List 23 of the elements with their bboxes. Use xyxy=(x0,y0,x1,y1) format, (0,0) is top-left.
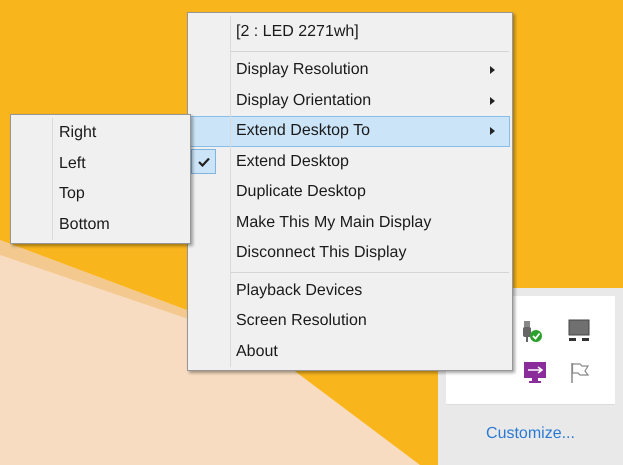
menu-item[interactable]: Screen Resolution xyxy=(190,306,510,336)
submenu-arrow-icon xyxy=(490,96,495,105)
device-icon[interactable] xyxy=(568,319,590,343)
customize-link[interactable]: Customize... xyxy=(486,422,575,446)
menu-item[interactable]: Extend Desktop To xyxy=(190,116,510,146)
menu-item[interactable]: About xyxy=(190,336,510,367)
submenu-item[interactable]: Bottom xyxy=(59,212,110,237)
menu-header: [2 : LED 2271wh] xyxy=(236,22,359,42)
menu-item[interactable]: Disconnect This Display xyxy=(190,238,510,268)
menu-item[interactable]: Playback Devices xyxy=(190,276,510,306)
submenu-arrow-icon xyxy=(490,66,495,74)
menu-item[interactable]: Make This My Main Display xyxy=(190,208,510,238)
flag-icon[interactable] xyxy=(570,362,590,384)
submenu-arrow-icon xyxy=(490,127,495,136)
plug-check-icon[interactable] xyxy=(521,321,543,343)
menu-item[interactable]: Display Resolution xyxy=(190,55,510,86)
menu-item[interactable]: Duplicate Desktop xyxy=(190,177,510,208)
menu-item[interactable]: Extend Desktop xyxy=(190,146,510,177)
checkmark-icon xyxy=(198,156,210,167)
submenu-item[interactable]: Right xyxy=(59,121,96,146)
submenu-item[interactable]: Left xyxy=(59,152,86,176)
submenu-item[interactable]: Top xyxy=(59,182,85,206)
menu-item[interactable]: Display Orientation xyxy=(190,86,510,116)
